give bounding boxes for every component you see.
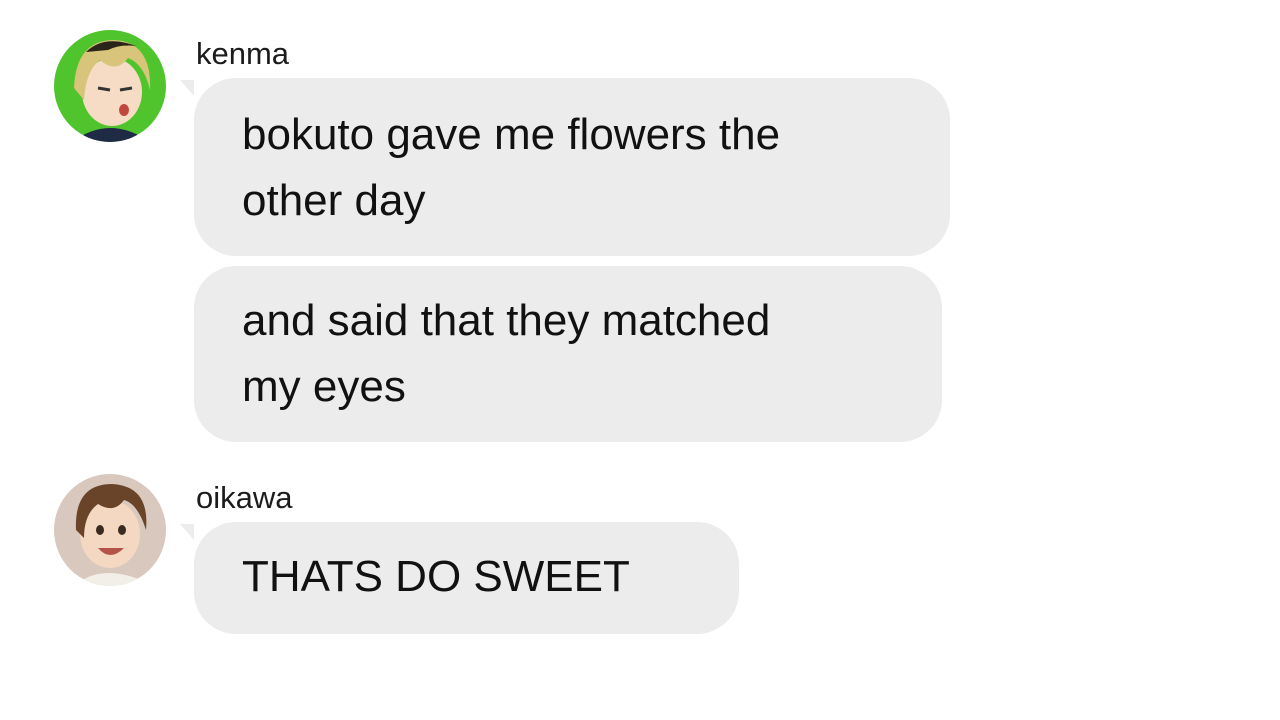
message-text-line: and said that they matched: [242, 296, 771, 345]
kenma-avatar[interactable]: [54, 30, 166, 142]
anime-boy-brown-hair-avatar-icon: [54, 474, 166, 586]
message-text-line: my eyes: [242, 362, 406, 411]
oikawa-avatar[interactable]: [54, 474, 166, 586]
message-text-line: bokuto gave me flowers the: [242, 110, 781, 159]
message-text-line: other day: [242, 176, 426, 225]
sender-name: oikawa: [196, 480, 293, 515]
sender-name: kenma: [196, 36, 290, 71]
anime-boy-blonde-avatar-icon: [54, 30, 166, 142]
message-bubble[interactable]: and said that they matched my eyes: [194, 266, 942, 442]
bubble-tail: [180, 524, 194, 540]
bubble-tail: [180, 80, 194, 96]
message-text-line: THATS DO SWEET: [242, 552, 630, 601]
message-bubble[interactable]: bokuto gave me flowers the other day: [194, 78, 950, 256]
message-bubble[interactable]: THATS DO SWEET: [194, 522, 739, 634]
